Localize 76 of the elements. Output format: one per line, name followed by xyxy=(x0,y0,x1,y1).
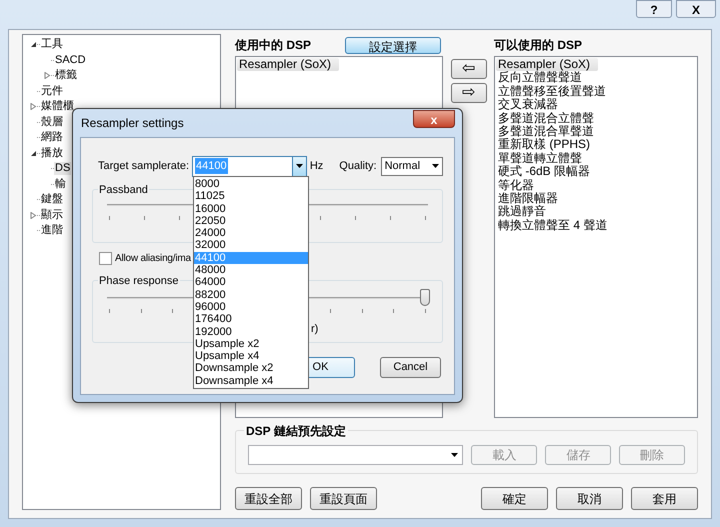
preset-combobox[interactable] xyxy=(248,445,464,465)
move-button[interactable]: ⇨ xyxy=(450,83,486,103)
tree-item[interactable]: 標籤 xyxy=(54,69,78,82)
help-button[interactable]: ? xyxy=(636,0,672,18)
group-title: Phase response xyxy=(98,273,180,290)
dropdown-option[interactable]: 192000 xyxy=(194,326,308,338)
quality-label: Quality: xyxy=(339,158,377,174)
dropdown-option[interactable]: Upsample x2 xyxy=(194,338,308,350)
samplerate-label: Target samplerate: xyxy=(98,158,190,174)
tree-item[interactable]: 媒體櫃 xyxy=(40,100,75,114)
list-item[interactable]: 多聲道混合立體聲 xyxy=(496,112,602,126)
dialog-title: Resampler settings xyxy=(80,115,185,132)
list-item[interactable]: 等化器 xyxy=(496,178,542,192)
tree-item[interactable]: SACD xyxy=(54,54,87,67)
configure-button[interactable]: 設定選擇 xyxy=(345,36,441,54)
dropdown-arrow-icon xyxy=(296,164,303,168)
dropdown-option[interactable]: 48000 xyxy=(194,264,308,276)
close-button[interactable]: X xyxy=(676,0,716,18)
aliasing-label: Allow aliasing/ima xyxy=(115,252,191,266)
tree-item[interactable]: 工具 xyxy=(40,38,64,52)
reset-button[interactable]: 重設頁面 xyxy=(310,487,377,510)
expanded-triangle-icon[interactable] xyxy=(30,41,36,48)
dropdown-option[interactable]: 16000 xyxy=(194,202,308,215)
dropdown-option[interactable]: 8000 xyxy=(194,178,308,190)
dialog-button[interactable]: 取消 xyxy=(556,487,623,510)
tree-item[interactable]: DS xyxy=(54,162,72,176)
list-item[interactable]: 跳過靜音 xyxy=(496,205,554,219)
list-item[interactable]: 進階限幅器 xyxy=(496,192,566,206)
tree-item[interactable]: 鍵盤 xyxy=(40,193,64,206)
list-item[interactable]: Resampler (SoX) xyxy=(237,58,340,71)
tree-item[interactable]: 網路 xyxy=(40,131,64,144)
section-title: 可以使用的 DSP xyxy=(494,37,582,54)
expanded-triangle-icon[interactable] xyxy=(30,150,36,157)
quality-select[interactable]: Normal xyxy=(380,156,443,176)
collapsed-triangle-icon[interactable] xyxy=(44,72,50,80)
samplerate-value: 44100 xyxy=(195,158,228,174)
group-title: DSP 鏈結預先設定 xyxy=(244,422,348,440)
dropdown-arrow-icon xyxy=(432,164,439,168)
tree-item[interactable]: 輸 xyxy=(54,178,67,191)
close-button[interactable]: x xyxy=(413,110,455,128)
dropdown-option[interactable]: 24000 xyxy=(194,227,308,240)
dropdown-option[interactable]: 22050 xyxy=(194,214,308,228)
dropdown-option[interactable]: 32000 xyxy=(194,239,308,252)
list-item[interactable]: 多聲道混合單聲道 xyxy=(496,125,602,138)
section-title: 使用中的 DSP xyxy=(235,37,312,54)
list-item[interactable]: 硬式 -6dB 限幅器 xyxy=(496,165,598,179)
tree-item[interactable]: 顯示 xyxy=(40,208,64,222)
dropdown-option[interactable]: 11025 xyxy=(194,190,308,203)
dropdown-button[interactable] xyxy=(292,156,306,176)
dialog-button[interactable]: 確定 xyxy=(481,487,548,510)
tree-item[interactable]: 進階 xyxy=(40,224,64,238)
dropdown-arrow-icon xyxy=(451,453,458,457)
list-item[interactable]: 立體聲移至後置聲道 xyxy=(496,84,614,98)
phase-slider-thumb[interactable] xyxy=(420,289,430,306)
list-item[interactable]: 轉換立體聲至 4 聲道 xyxy=(496,218,616,232)
list-item[interactable]: Resampler (SoX) xyxy=(496,58,598,72)
dialog-button[interactable]: 套用 xyxy=(631,487,698,510)
phase-label-fragment: r) xyxy=(311,322,318,337)
tree-item[interactable]: 殼層 xyxy=(40,116,64,129)
collapsed-triangle-icon[interactable] xyxy=(30,103,36,110)
aliasing-checkbox[interactable] xyxy=(99,252,112,265)
reset-button[interactable]: 重設全部 xyxy=(235,487,302,510)
tree-item[interactable]: 播放 xyxy=(40,146,64,160)
move-button[interactable]: ⇦ xyxy=(450,59,486,79)
dropdown-option[interactable]: 96000 xyxy=(194,300,308,314)
dropdown-option[interactable]: 176400 xyxy=(194,313,308,326)
cancel-button[interactable]: Cancel xyxy=(380,357,441,378)
list-item[interactable]: 單聲道轉立體聲 xyxy=(496,152,590,166)
list-item[interactable]: 重新取樣 (PPHS) xyxy=(496,138,598,152)
collapsed-triangle-icon[interactable] xyxy=(30,212,36,219)
dropdown-option[interactable]: 88200 xyxy=(194,288,308,301)
list-item[interactable]: 反向立體聲聲道 xyxy=(496,71,590,85)
dropdown-option[interactable]: 64000 xyxy=(194,276,308,289)
unit-label: Hz xyxy=(310,158,324,174)
list-item[interactable]: 交叉衰減器 xyxy=(496,98,566,112)
tree-item[interactable]: 元件 xyxy=(40,84,64,98)
